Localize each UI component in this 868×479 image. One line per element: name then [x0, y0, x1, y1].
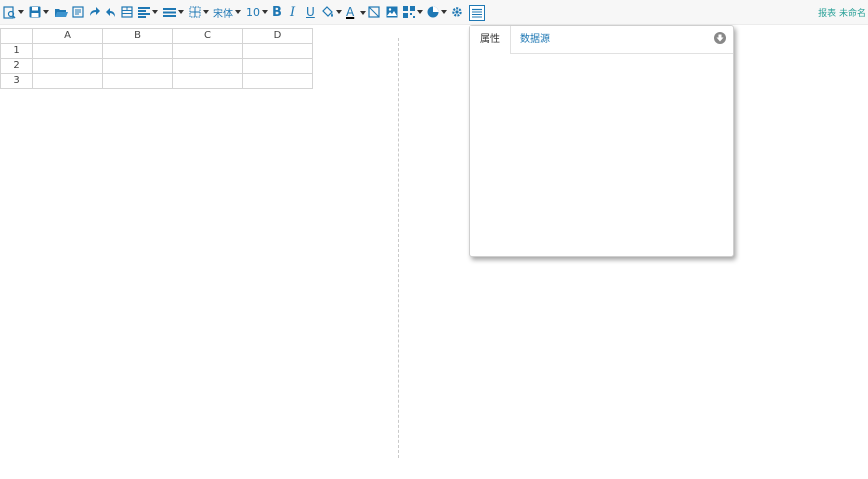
chevron-down-icon [262, 10, 268, 14]
grid-corner-cell[interactable] [0, 28, 33, 44]
form-icon [472, 8, 482, 18]
chevron-down-icon [43, 10, 49, 14]
chevron-down-icon [235, 10, 241, 14]
panel-tabs: 属性 数据源 [470, 26, 733, 54]
undo-button[interactable] [105, 3, 117, 21]
preview-icon [3, 5, 16, 19]
panel-collapse-button[interactable] [714, 32, 726, 44]
underline-icon: U [306, 5, 315, 19]
font-size-value: 10 [246, 5, 260, 19]
border-icon [189, 6, 201, 18]
column-header[interactable]: B [102, 28, 173, 44]
merge-cells-icon [121, 6, 133, 18]
undo-icon [106, 8, 115, 17]
font-color-icon: A [346, 4, 355, 19]
merge-cells-button[interactable] [121, 3, 133, 21]
font-family-value: 宋体 [213, 8, 233, 20]
bold-icon: B [272, 4, 282, 20]
page-boundary-divider [398, 38, 399, 458]
column-header[interactable]: D [242, 28, 313, 44]
grid-cell[interactable] [32, 58, 103, 74]
image-button[interactable] [386, 3, 398, 21]
toolbar: 宋体 10 B I U A 报表 未命名 [0, 0, 868, 25]
row-header[interactable]: 2 [0, 58, 33, 74]
export-icon [72, 6, 84, 18]
fill-color-icon [322, 6, 333, 17]
chevron-down-icon [203, 10, 209, 14]
grid-cell[interactable] [102, 58, 173, 74]
italic-icon: I [290, 4, 296, 20]
open-folder-icon [55, 8, 68, 17]
line-style-icon [163, 7, 176, 17]
save-icon [29, 6, 41, 18]
underline-button[interactable]: U [306, 3, 315, 21]
barcode-button[interactable] [403, 3, 423, 21]
chevron-down-icon [441, 10, 447, 14]
grid-cell[interactable] [102, 43, 173, 59]
chevron-down-icon [417, 10, 423, 14]
grid-cell[interactable] [172, 58, 243, 74]
grid-cell[interactable] [32, 43, 103, 59]
chart-icon [427, 6, 439, 18]
chevron-down-icon[interactable] [360, 11, 366, 15]
chevron-down-icon [336, 10, 342, 14]
font-size-select[interactable]: 10 [246, 3, 268, 21]
export-button[interactable] [72, 3, 84, 21]
line-style-button[interactable] [163, 3, 184, 21]
grid-cell[interactable] [172, 73, 243, 89]
settings-button[interactable] [451, 3, 463, 21]
bold-button[interactable]: B [272, 3, 282, 21]
barcode-icon [403, 6, 415, 18]
grid-cell[interactable] [242, 73, 313, 89]
redo-icon [90, 7, 100, 16]
table-row: 3 [0, 73, 313, 89]
spreadsheet-grid: A B C D 1 2 3 [0, 28, 313, 89]
grid-cell[interactable] [32, 73, 103, 89]
panel-body [470, 54, 733, 254]
diagonal-icon [368, 6, 380, 18]
table-row: 1 [0, 43, 313, 59]
column-header[interactable]: C [172, 28, 243, 44]
arrow-down-circle-icon [716, 34, 724, 42]
settings-icon [452, 7, 462, 17]
diagonal-button[interactable] [368, 3, 380, 21]
save-button[interactable] [29, 3, 49, 21]
table-row: 2 [0, 58, 313, 74]
column-header[interactable]: A [32, 28, 103, 44]
report-name: 报表 未命名 [818, 9, 866, 19]
row-header[interactable]: 1 [0, 43, 33, 59]
font-family-select[interactable]: 宋体 [213, 3, 241, 21]
image-icon [386, 6, 398, 18]
form-button[interactable] [469, 5, 485, 21]
tab-datasource[interactable]: 数据源 [510, 26, 560, 53]
align-left-icon [138, 6, 150, 18]
border-button[interactable] [189, 3, 209, 21]
fill-color-button[interactable] [322, 3, 342, 21]
row-header[interactable]: 3 [0, 73, 33, 89]
italic-button[interactable]: I [290, 3, 295, 21]
preview-button[interactable] [3, 3, 24, 21]
open-button[interactable] [55, 3, 68, 21]
font-color-button[interactable]: A [346, 3, 354, 21]
chevron-down-icon [178, 10, 184, 14]
grid-cell[interactable] [172, 43, 243, 59]
grid-header-row: A B C D [0, 28, 313, 44]
tab-properties[interactable]: 属性 [470, 26, 511, 54]
chevron-down-icon [152, 10, 158, 14]
grid-cell[interactable] [102, 73, 173, 89]
chart-button[interactable] [427, 3, 447, 21]
grid-cell[interactable] [242, 58, 313, 74]
redo-button[interactable] [88, 3, 100, 21]
grid-cell[interactable] [242, 43, 313, 59]
align-button[interactable] [138, 3, 158, 21]
chevron-down-icon [18, 10, 24, 14]
property-panel: 属性 数据源 [469, 25, 734, 257]
